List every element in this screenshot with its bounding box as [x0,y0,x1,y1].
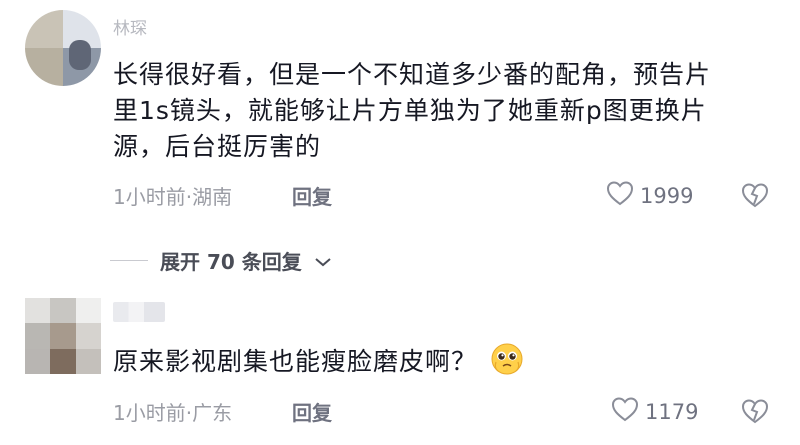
like-button[interactable]: 1179 [611,396,698,427]
broken-heart-icon [741,183,769,212]
comment-time-location: 1小时前·湖南 [113,185,233,209]
comment-text: 长得很好看，但是一个不知道多少番的配角，预告片 里1s镜头，就能够让片方单独为了… [113,57,773,165]
avatar[interactable] [25,10,101,86]
pleading-face-emoji [490,342,524,386]
like-count: 1999 [640,183,694,208]
dislike-button[interactable] [741,398,769,428]
comment-text-line: 长得很好看，但是一个不知道多少番的配角，预告片 [113,60,712,89]
divider [110,260,148,261]
heart-outline-icon [606,180,634,211]
heart-outline-icon [611,396,639,427]
comment-text-line: 原来影视剧集也能瘦脸磨皮啊？ [113,347,478,376]
dislike-button[interactable] [741,182,769,212]
avatar[interactable] [25,298,101,374]
like-count: 1179 [645,399,699,424]
reply-button[interactable]: 回复 [292,397,332,426]
comment-username[interactable] [113,302,165,322]
broken-heart-icon [741,399,769,428]
comment-text: 原来影视剧集也能瘦脸磨皮啊？ [113,342,773,386]
comment-username[interactable]: 林琛 [113,14,147,39]
comment-text-line: 里1s镜头，就能够让片方单独为了她重新p图更换片 [113,96,707,125]
reply-button[interactable]: 回复 [292,181,332,210]
expand-replies-button[interactable]: 展开 70 条回复 [110,246,332,275]
expand-replies-label: 展开 70 条回复 [160,250,302,274]
comment-time-location: 1小时前·广东 [113,401,233,425]
like-button[interactable]: 1999 [606,180,693,211]
comment-text-line: 源，后台挺厉害的 [113,132,322,161]
chevron-down-icon [314,249,332,273]
